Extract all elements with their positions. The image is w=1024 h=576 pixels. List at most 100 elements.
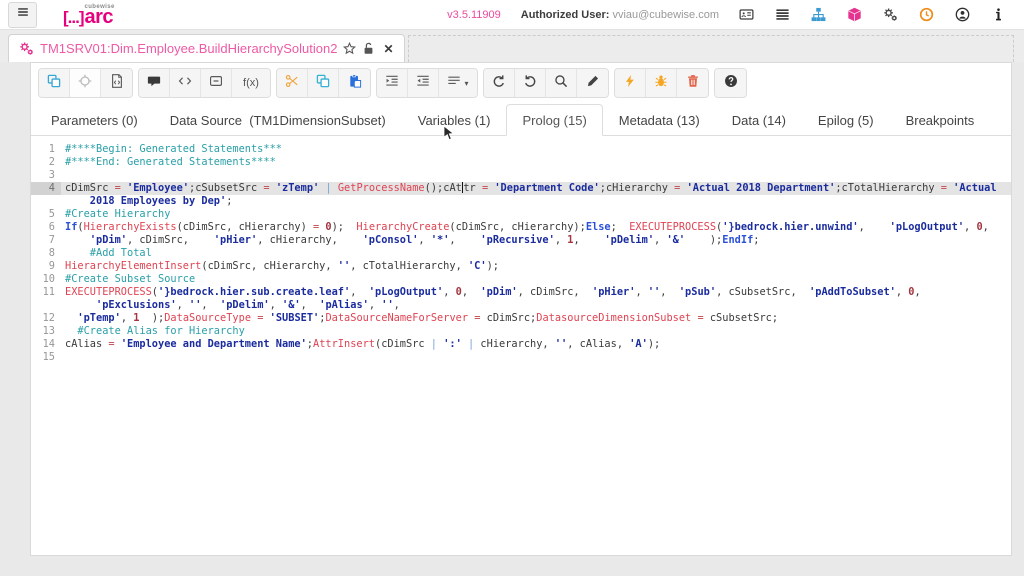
indent-icon xyxy=(385,74,399,93)
process-editor-panel: f(x) ▾ Parameters (0)Data Source (TM1Dime… xyxy=(30,62,1012,556)
code-line[interactable]: 1#****Begin: Generated Statements*** xyxy=(31,143,1011,156)
run-button[interactable] xyxy=(615,69,646,97)
code-line[interactable]: 13 #Create Alias for Hierarchy xyxy=(31,325,1011,338)
function-button[interactable]: f(x) xyxy=(232,69,270,97)
line-number[interactable]: 6 xyxy=(31,221,61,234)
debug-button[interactable] xyxy=(646,69,677,97)
copy-button[interactable] xyxy=(308,69,339,97)
line-number[interactable]: 14 xyxy=(31,338,61,351)
edit-button[interactable] xyxy=(577,69,608,97)
line-number[interactable]: 15 xyxy=(31,351,61,364)
code-line[interactable]: 15 xyxy=(31,351,1011,364)
clock-icon[interactable] xyxy=(919,7,934,22)
tab-parameters-0[interactable]: Parameters (0) xyxy=(35,104,154,136)
code-editor[interactable]: 1#****Begin: Generated Statements***2#**… xyxy=(31,136,1011,364)
code-line[interactable]: 11EXECUTEPROCESS('}bedrock.hier.sub.crea… xyxy=(31,286,1011,299)
duplicate-button[interactable] xyxy=(39,69,70,97)
target-button[interactable] xyxy=(70,69,101,97)
process-document-tab[interactable]: TM1SRV01:Dim.Employee.BuildHierarchySolu… xyxy=(8,34,405,62)
line-number[interactable]: 10 xyxy=(31,273,61,286)
script-button[interactable] xyxy=(101,69,132,97)
logo-brackets: [...] xyxy=(63,10,84,25)
toolbar-group xyxy=(714,68,747,98)
line-number[interactable]: 7 xyxy=(31,234,61,247)
cube-icon[interactable] xyxy=(847,7,862,22)
version-label: v3.5.11909 xyxy=(447,9,501,21)
code-line[interactable]: 2#****End: Generated Statements**** xyxy=(31,156,1011,169)
code-line[interactable]: 10#Create Subset Source xyxy=(31,273,1011,286)
tab-data-14[interactable]: Data (14) xyxy=(716,104,802,136)
line-number[interactable]: 12 xyxy=(31,312,61,325)
document-tab-bar: TM1SRV01:Dim.Employee.BuildHierarchySolu… xyxy=(0,30,1024,62)
redo-button[interactable] xyxy=(515,69,546,97)
code-line[interactable]: 3 xyxy=(31,169,1011,182)
code-line[interactable]: 12 'pTemp', 1 );DataSourceType = 'SUBSET… xyxy=(31,312,1011,325)
line-number[interactable] xyxy=(31,299,61,312)
collapse-button[interactable] xyxy=(201,69,232,97)
line-number[interactable] xyxy=(31,195,61,208)
paste-button[interactable] xyxy=(339,69,370,97)
code-text: #****Begin: Generated Statements*** xyxy=(61,143,282,156)
line-number[interactable]: 5 xyxy=(31,208,61,221)
help-button[interactable] xyxy=(715,69,746,97)
line-number[interactable]: 11 xyxy=(31,286,61,299)
code-line[interactable]: 5#Create Hierarchy xyxy=(31,208,1011,221)
code-line[interactable]: 4cDimSrc = 'Employee';cSubsetSrc = 'zTem… xyxy=(31,182,1011,195)
authorized-user-email: vviau@cubewise.com xyxy=(612,9,719,21)
code-line[interactable]: 'pExclusions', '', 'pDelim', '&', 'pAlia… xyxy=(31,299,1011,312)
outdent-button[interactable] xyxy=(408,69,439,97)
code-text: #Create Hierarchy xyxy=(61,208,170,221)
process-gears-icon xyxy=(19,41,34,56)
outdent-icon xyxy=(416,74,430,93)
line-number[interactable]: 2 xyxy=(31,156,61,169)
hamburger-menu-button[interactable] xyxy=(8,2,37,28)
indent-button[interactable] xyxy=(377,69,408,97)
user-icon[interactable] xyxy=(955,7,970,22)
authorized-user-label: Authorized User: xyxy=(521,9,610,21)
comment-button[interactable] xyxy=(139,69,170,97)
gears-icon[interactable] xyxy=(883,7,898,22)
toolbar-group: f(x) xyxy=(138,68,271,98)
undo-icon xyxy=(492,74,506,93)
tab-epilog-5[interactable]: Epilog (5) xyxy=(802,104,890,136)
tab-breakpoints[interactable]: Breakpoints xyxy=(890,104,991,136)
line-number[interactable]: 1 xyxy=(31,143,61,156)
sitemap-icon[interactable] xyxy=(811,7,826,22)
code-line[interactable]: 6If(HierarchyExists(cDimSrc, cHierarchy)… xyxy=(31,221,1011,234)
tab-metadata-13[interactable]: Metadata (13) xyxy=(603,104,716,136)
unlock-icon[interactable] xyxy=(362,42,375,55)
chevron-down-icon: ▾ xyxy=(464,79,468,88)
close-tab-icon[interactable]: ✕ xyxy=(383,42,393,56)
id-card-icon[interactable] xyxy=(739,7,754,22)
list-icon[interactable] xyxy=(775,7,790,22)
code-line[interactable]: 7 'pDim', cDimSrc, 'pHier', cHierarchy, … xyxy=(31,234,1011,247)
delete-button[interactable] xyxy=(677,69,708,97)
undo-button[interactable] xyxy=(484,69,515,97)
code-line[interactable]: 2018 Employees by Dep'; xyxy=(31,195,1011,208)
line-number[interactable]: 4 xyxy=(31,182,61,195)
code-text: 'pExclusions', '', 'pDelim', '&', 'pAlia… xyxy=(61,299,400,312)
cut-button[interactable] xyxy=(277,69,308,97)
line-number[interactable]: 8 xyxy=(31,247,61,260)
code-text: #Create Alias for Hierarchy xyxy=(61,325,245,338)
collapse-icon xyxy=(209,74,223,93)
format-icon xyxy=(447,74,461,93)
favorite-star-icon[interactable] xyxy=(343,42,356,55)
tab-data-source-tm1dimensionsubset[interactable]: Data Source (TM1DimensionSubset) xyxy=(154,104,402,136)
info-icon[interactable] xyxy=(991,7,1006,22)
code-line[interactable]: 9HierarchyElementInsert(cDimSrc, cHierar… xyxy=(31,260,1011,273)
code-line[interactable]: 8 #Add Total xyxy=(31,247,1011,260)
code-button[interactable] xyxy=(170,69,201,97)
code-text xyxy=(61,169,65,182)
arc-app-window: [...] cubewise arc v3.5.11909 Authorized… xyxy=(0,0,1024,576)
line-number[interactable]: 3 xyxy=(31,169,61,182)
code-text: If(HierarchyExists(cDimSrc, cHierarchy) … xyxy=(61,221,989,234)
line-number[interactable]: 9 xyxy=(31,260,61,273)
line-number[interactable]: 13 xyxy=(31,325,61,338)
tab-variables-1[interactable]: Variables (1) xyxy=(402,104,507,136)
code-line[interactable]: 14cAlias = 'Employee and Department Name… xyxy=(31,338,1011,351)
tab-prolog-15[interactable]: Prolog (15) xyxy=(506,104,602,136)
authorized-user: Authorized User: vviau@cubewise.com xyxy=(521,9,719,21)
search-button[interactable] xyxy=(546,69,577,97)
format-button[interactable]: ▾ xyxy=(439,69,477,97)
